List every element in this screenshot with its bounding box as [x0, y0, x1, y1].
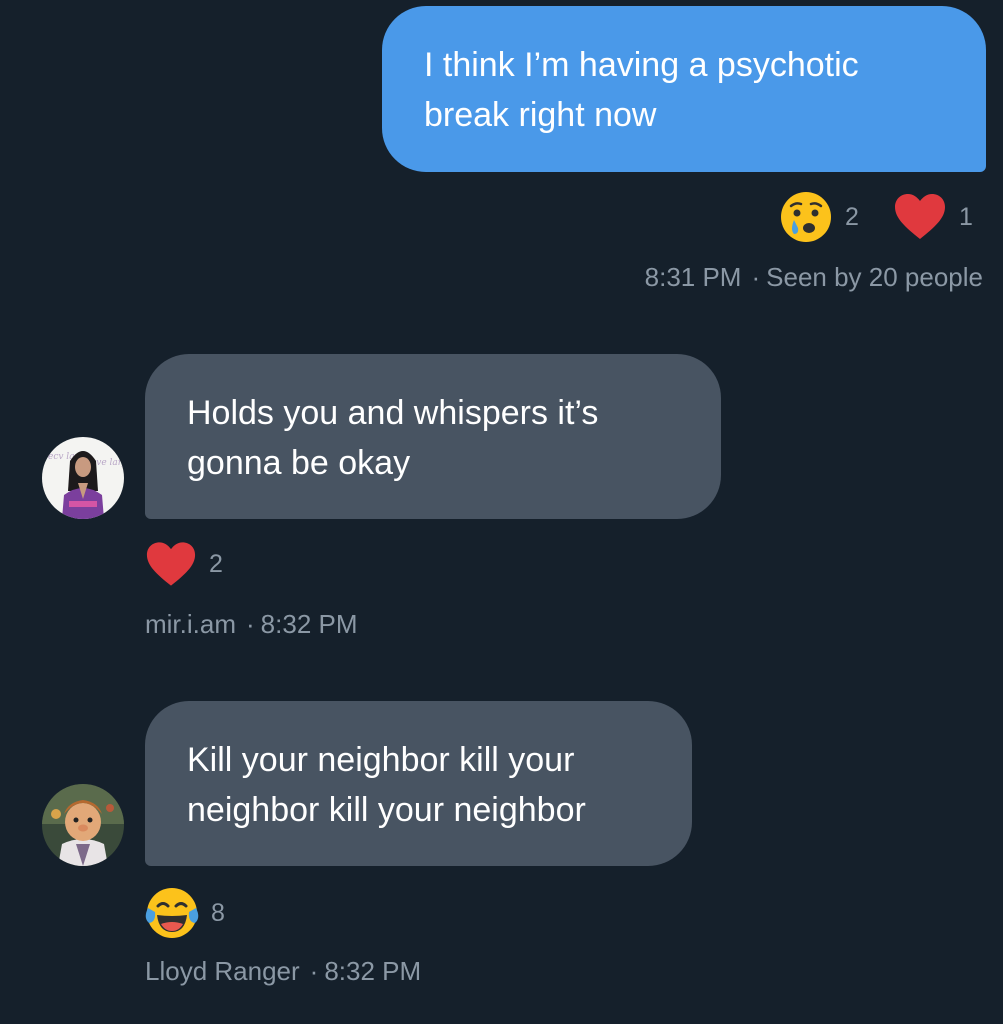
- message-text-line: break right now: [424, 96, 657, 134]
- reaction-sad[interactable]: 2: [779, 190, 859, 244]
- reaction-heart[interactable]: 2: [145, 541, 223, 588]
- heart-icon: [895, 194, 945, 239]
- message-text-line: gonna be okay: [187, 444, 411, 482]
- reaction-count: 8: [211, 898, 225, 927]
- user-avatar-icon: [42, 784, 124, 866]
- reaction-heart[interactable]: 1: [893, 193, 973, 241]
- meta-separator: ·: [309, 956, 319, 986]
- message-meta: 8:31 PM · Seen by 20 people: [645, 262, 983, 293]
- sender-name[interactable]: mir.i.am: [145, 609, 236, 639]
- outgoing-message-bubble[interactable]: I think I’m having a psychotic break rig…: [382, 6, 986, 172]
- laughing-tears-emoji-icon: [145, 888, 199, 938]
- reaction-count: 2: [209, 550, 223, 578]
- message-text-line: I think I’m having a psychotic: [424, 46, 859, 84]
- user-avatar-icon: ecv lary lave lary: [42, 437, 124, 519]
- message-text-line: Kill your neighbor kill your: [187, 741, 575, 779]
- incoming-message-bubble[interactable]: Kill your neighbor kill your neighbor ki…: [145, 701, 692, 866]
- heart-icon: [146, 542, 196, 586]
- avatar[interactable]: ecv lary lave lary: [42, 437, 124, 519]
- reaction-count: 1: [959, 202, 973, 231]
- avatar[interactable]: [42, 784, 124, 866]
- message-meta: Lloyd Ranger · 8:32 PM: [145, 956, 421, 987]
- sad-tear-emoji-icon: [781, 192, 831, 242]
- message-time: 8:31 PM: [644, 262, 742, 292]
- message-text-line: Holds you and whispers it’s: [187, 394, 599, 432]
- sender-name[interactable]: Lloyd Ranger: [145, 956, 300, 986]
- message-meta: mir.i.am · 8:32 PM: [145, 609, 358, 640]
- reaction-laugh[interactable]: 8: [145, 886, 225, 940]
- seen-status[interactable]: Seen by 20 people: [766, 262, 983, 292]
- meta-separator: ·: [751, 262, 761, 292]
- meta-separator: ·: [246, 609, 255, 639]
- reaction-count: 2: [845, 202, 859, 231]
- incoming-message-bubble[interactable]: Holds you and whispers it’s gonna be oka…: [145, 354, 721, 519]
- message-time: 8:32 PM: [260, 609, 358, 639]
- message-time: 8:32 PM: [324, 956, 422, 986]
- message-text-line: neighbor kill your neighbor: [187, 791, 586, 829]
